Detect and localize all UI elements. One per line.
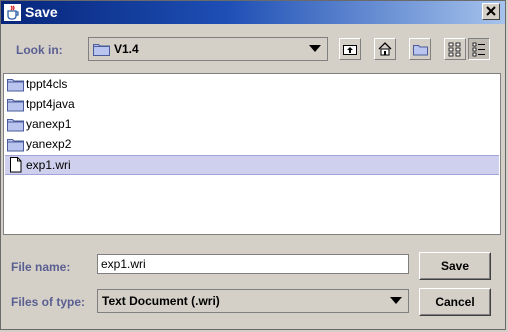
close-button[interactable] [482, 3, 500, 20]
list-item[interactable]: yanexp2 [5, 135, 499, 155]
home-button[interactable] [374, 38, 396, 60]
file-name-value: exp1.wri [101, 257, 146, 271]
save-dialog: Save Look in: V1.4 tppt4cls tppt4java ya… [0, 0, 506, 330]
list-view-button[interactable] [444, 38, 466, 60]
files-of-type-value: Text Document (.wri) [102, 294, 220, 308]
new-folder-icon [413, 45, 428, 56]
file-icon [10, 157, 22, 173]
list-item[interactable]: yanexp1 [5, 115, 499, 135]
list-view-icon [448, 42, 461, 57]
list-item[interactable]: tppt4cls [5, 75, 499, 95]
window-title: Save [25, 4, 58, 20]
chevron-down-icon [309, 45, 321, 52]
look-in-value: V1.4 [114, 42, 139, 56]
home-icon [378, 42, 392, 56]
folder-icon [7, 119, 24, 132]
close-icon [486, 6, 496, 16]
file-name-field[interactable]: exp1.wri [97, 254, 409, 274]
file-list[interactable]: tppt4cls tppt4java yanexp1 yanexp2 exp1.… [3, 73, 501, 235]
new-folder-button[interactable] [409, 38, 431, 60]
list-item-label: tppt4java [26, 97, 75, 111]
cancel-button[interactable]: Cancel [419, 288, 491, 316]
look-in-combo[interactable]: V1.4 [88, 37, 328, 61]
folder-icon [7, 79, 24, 92]
list-item-label: yanexp1 [26, 117, 72, 131]
list-item[interactable]: tppt4java [5, 95, 499, 115]
folder-icon [7, 139, 24, 152]
list-item-label: yanexp2 [26, 137, 72, 151]
title-bar[interactable]: Save [1, 1, 505, 24]
folder-icon [93, 44, 110, 56]
list-item-label: tppt4cls [26, 77, 68, 91]
look-in-label: Look in: [16, 43, 63, 57]
details-view-icon [472, 42, 485, 57]
chevron-down-icon [390, 297, 402, 304]
details-view-button[interactable] [468, 38, 490, 60]
up-folder-icon [343, 45, 357, 55]
file-name-label: File name: [11, 260, 71, 274]
folder-icon [7, 99, 24, 112]
save-button[interactable]: Save [419, 252, 491, 280]
up-folder-button[interactable] [339, 38, 361, 60]
files-of-type-label: Files of type: [11, 295, 86, 309]
list-item-label: exp1.wri [26, 158, 71, 172]
files-of-type-combo[interactable]: Text Document (.wri) [97, 289, 409, 313]
list-item-selected[interactable]: exp1.wri [5, 155, 499, 175]
java-cup-icon [4, 4, 21, 21]
